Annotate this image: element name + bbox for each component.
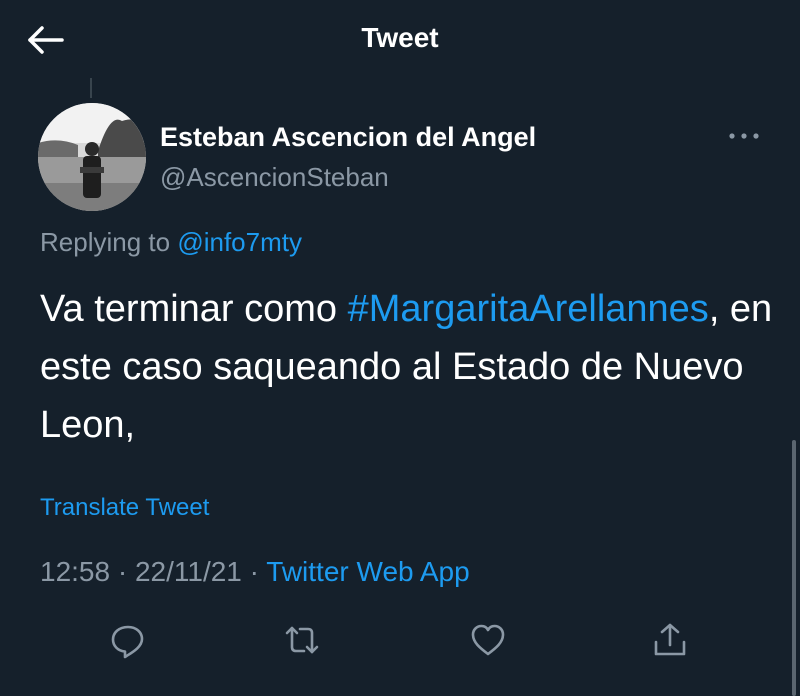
- thread-connector-line: [90, 78, 92, 98]
- hashtag-link[interactable]: #MargaritaArellannes: [348, 288, 709, 330]
- tweet-text-start: Va terminar como: [40, 288, 348, 330]
- profile-photo-image: [38, 103, 146, 211]
- page-title: Tweet: [361, 22, 439, 53]
- scrollbar[interactable]: [792, 440, 796, 696]
- share-button[interactable]: [650, 620, 690, 660]
- share-icon: [654, 623, 686, 656]
- author-handle[interactable]: @AscencionSteban: [160, 162, 389, 193]
- tweet-actions-bar: [0, 610, 800, 670]
- tweet-metadata: 12:58 · 22/11/21 · Twitter Web App: [40, 556, 470, 588]
- reply-icon: [111, 625, 144, 659]
- tweet-date: 22/11/21: [134, 556, 242, 587]
- meta-separator: ·: [110, 556, 135, 587]
- author-display-name[interactable]: Esteban Ascencion del Angel: [160, 122, 536, 153]
- more-options-button[interactable]: [724, 126, 764, 146]
- retweet-icon: [285, 626, 319, 654]
- meta-separator: ·: [241, 556, 267, 587]
- tweet-text: Va terminar como #MargaritaArellannes, e…: [40, 280, 780, 454]
- tweet-source-link[interactable]: Twitter Web App: [266, 556, 469, 587]
- top-bar: Tweet: [0, 0, 800, 80]
- like-button[interactable]: [468, 620, 508, 660]
- avatar[interactable]: [38, 103, 146, 211]
- replying-to-mention[interactable]: @info7mty: [177, 227, 302, 257]
- translate-tweet-link[interactable]: Translate Tweet: [40, 494, 209, 522]
- like-icon: [471, 624, 505, 656]
- retweet-button[interactable]: [282, 620, 322, 660]
- tweet-time: 12:58: [40, 556, 111, 587]
- more-horizontal-icon: [729, 133, 759, 139]
- replying-prefix: Replying to: [40, 227, 178, 257]
- reply-button[interactable]: [108, 620, 148, 660]
- replying-to-line: Replying to @info7mty: [40, 227, 302, 258]
